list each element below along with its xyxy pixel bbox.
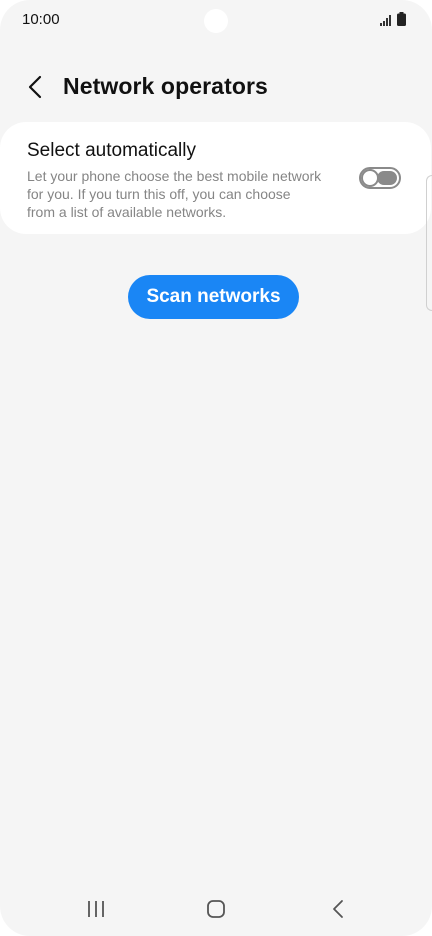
recent-apps-icon bbox=[88, 901, 104, 917]
auto-select-description: Let your phone choose the best mobile ne… bbox=[27, 167, 347, 221]
recent-apps-button[interactable] bbox=[76, 896, 116, 922]
auto-select-toggle[interactable] bbox=[359, 167, 401, 189]
toggle-knob bbox=[361, 169, 379, 187]
navigation-bar bbox=[0, 880, 432, 936]
battery-icon bbox=[397, 12, 406, 26]
auto-select-description-line: Let your phone choose the best mobile ne… bbox=[27, 168, 322, 184]
back-icon bbox=[333, 900, 343, 918]
camera-cutout bbox=[204, 9, 228, 33]
home-button[interactable] bbox=[196, 896, 236, 922]
auto-select-description-line: from a list of available networks. bbox=[27, 204, 227, 220]
nav-back-button[interactable] bbox=[318, 896, 358, 922]
toggle-track bbox=[377, 171, 397, 185]
app-header: Network operators bbox=[0, 64, 432, 110]
back-button[interactable] bbox=[18, 70, 52, 104]
page-title: Network operators bbox=[63, 73, 268, 99]
status-bar: 10:00 bbox=[0, 0, 432, 40]
status-time: 10:00 bbox=[22, 11, 60, 28]
auto-select-text: Select automatically Let your phone choo… bbox=[27, 140, 347, 221]
chevron-left-icon bbox=[28, 75, 42, 99]
status-icons bbox=[380, 12, 406, 26]
auto-select-title: Select automatically bbox=[27, 140, 196, 161]
home-icon bbox=[207, 900, 225, 918]
phone-screen: 10:00 Network operators Select automatic… bbox=[0, 0, 432, 936]
edge-panel-handle[interactable] bbox=[426, 175, 432, 311]
auto-select-description-line: for you. If you turn this off, you can c… bbox=[27, 186, 291, 202]
scan-networks-button[interactable]: Scan networks bbox=[128, 275, 299, 319]
signal-bars-icon bbox=[380, 15, 391, 26]
